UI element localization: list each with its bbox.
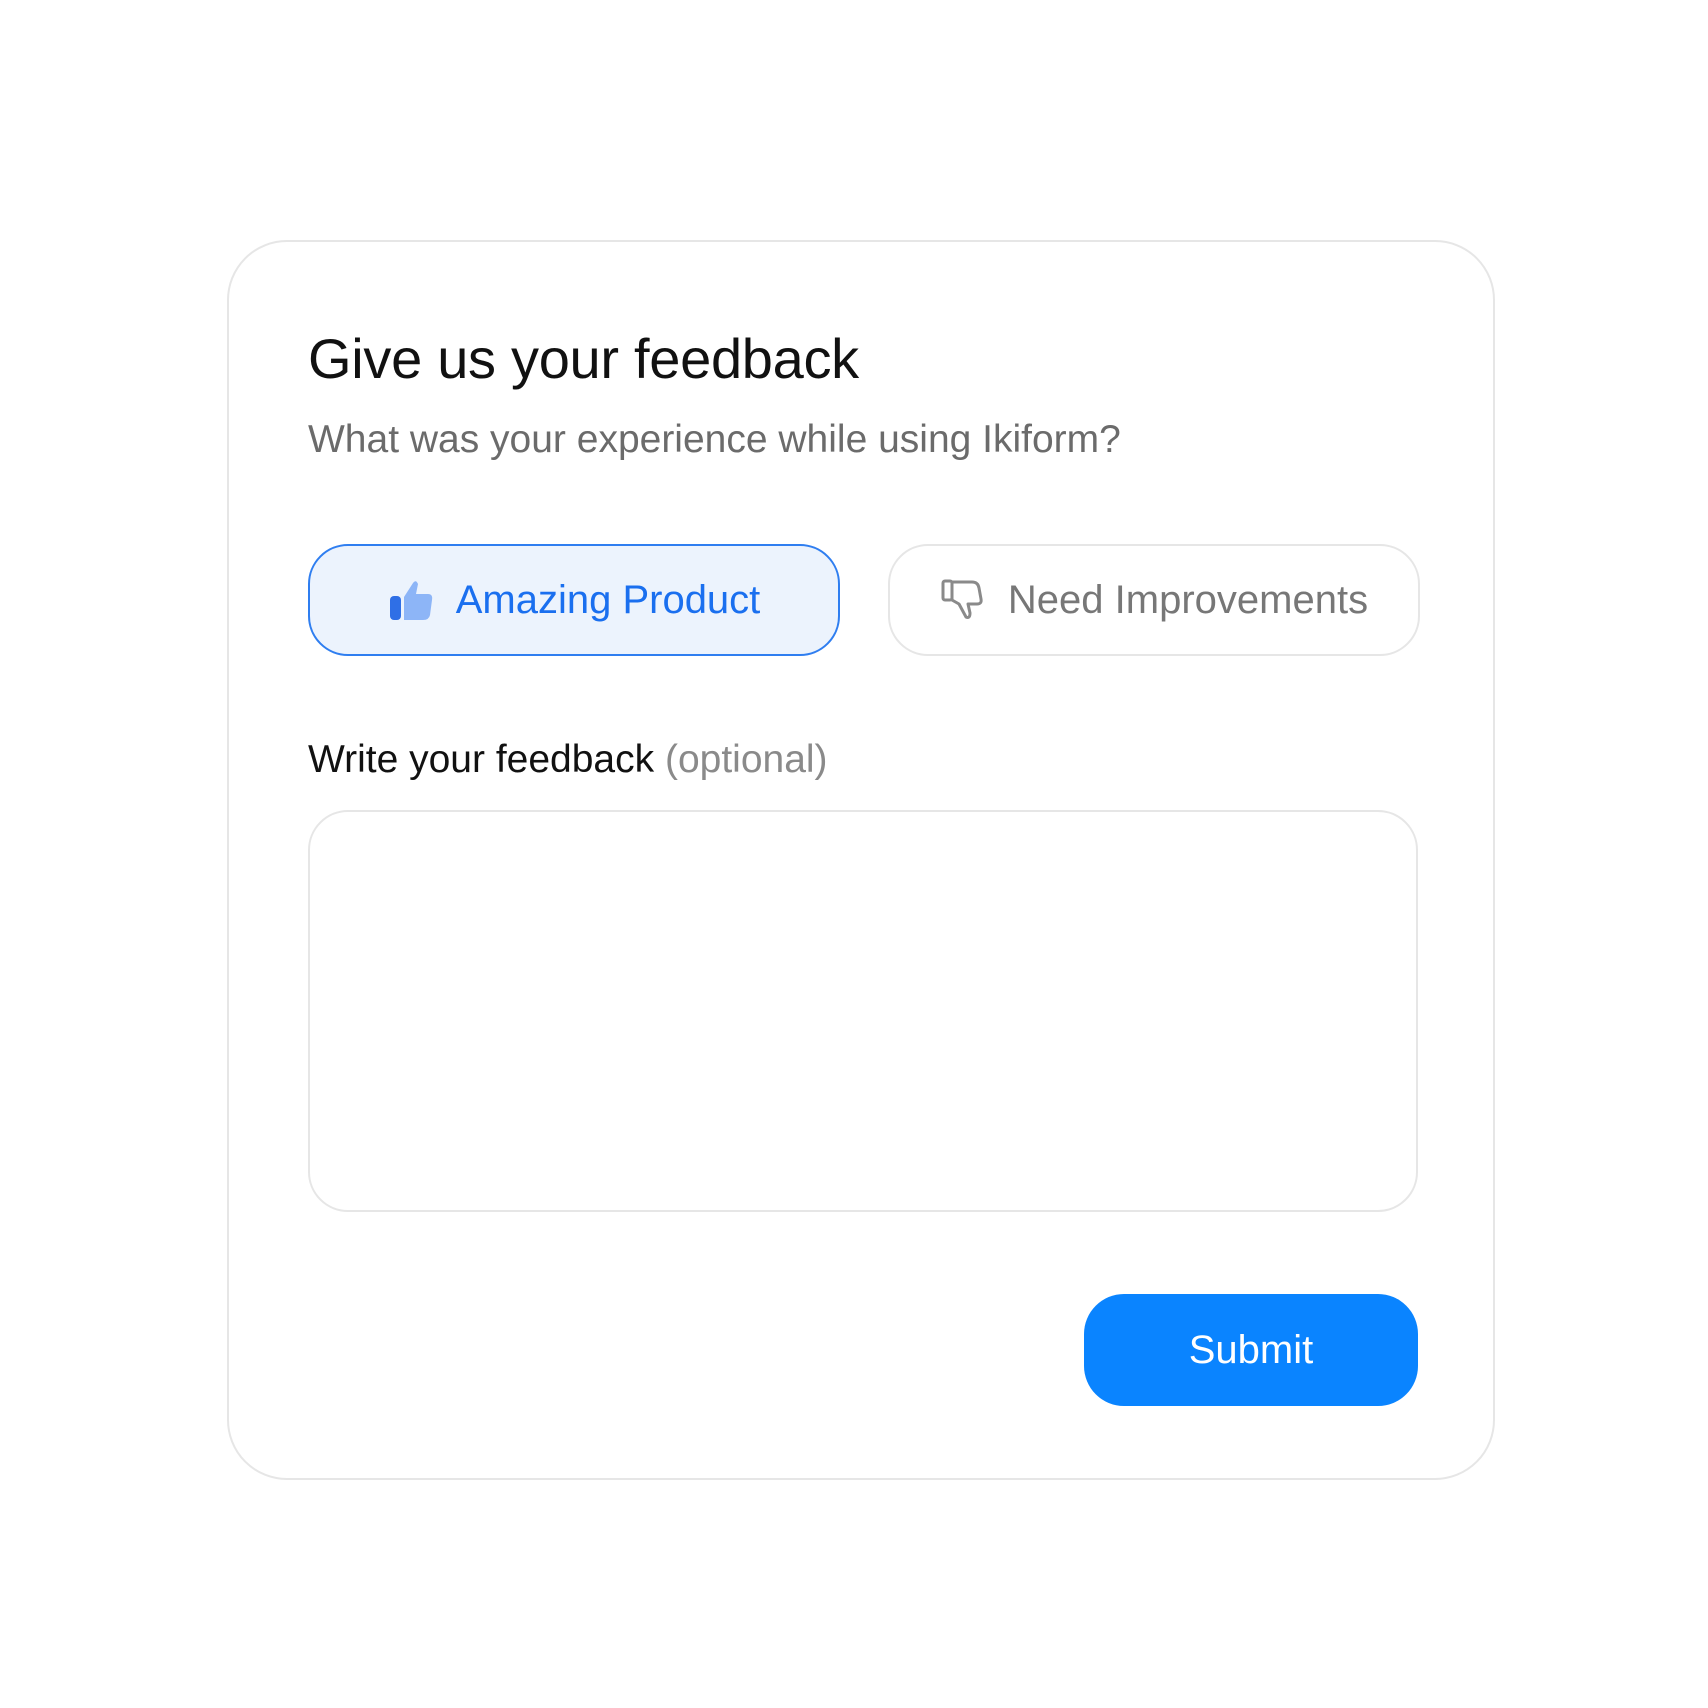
need-improvements-option[interactable]: Need Improvements xyxy=(888,544,1420,656)
feedback-field-label: Write your feedback (optional) xyxy=(308,738,828,782)
feedback-textarea[interactable] xyxy=(308,810,1418,1212)
form-title: Give us your feedback xyxy=(308,327,859,390)
submit-button[interactable]: Submit xyxy=(1084,1294,1418,1406)
feedback-card: Give us your feedback What was your expe… xyxy=(227,240,1495,1480)
feedback-label-text: Write your feedback xyxy=(308,738,655,781)
amazing-product-label: Amazing Product xyxy=(455,577,761,622)
optional-hint: (optional) xyxy=(664,738,828,781)
amazing-product-option[interactable]: Amazing Product xyxy=(308,544,840,656)
thumbs-down-icon xyxy=(940,577,986,623)
form-subtitle: What was your experience while using Iki… xyxy=(308,418,1121,461)
thumbs-up-icon xyxy=(388,577,434,623)
need-improvements-label: Need Improvements xyxy=(1007,577,1369,622)
